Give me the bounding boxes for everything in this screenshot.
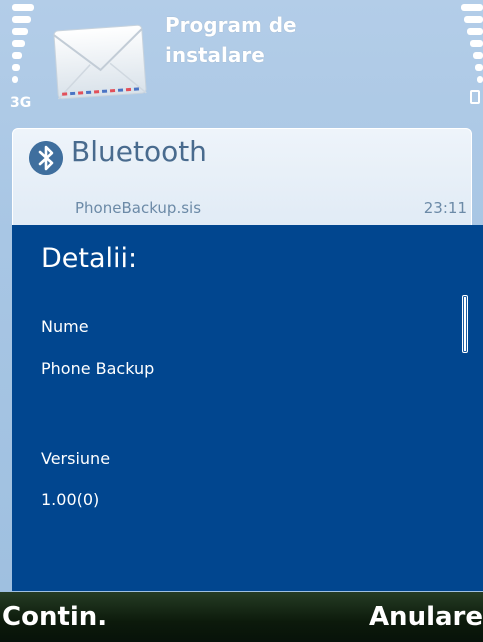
field-name-value: Phone Backup bbox=[41, 359, 155, 378]
message-sender: Bluetooth bbox=[71, 135, 207, 168]
battery-icon bbox=[470, 90, 480, 104]
cancel-softkey[interactable]: Anulare bbox=[369, 600, 483, 634]
battery-level-icon bbox=[461, 4, 483, 90]
continue-softkey[interactable]: Contin. bbox=[2, 600, 107, 634]
message-time: 23:11 bbox=[423, 199, 467, 217]
field-version-label: Versiune bbox=[41, 449, 111, 468]
message-file-name: PhoneBackup.sis bbox=[75, 199, 202, 217]
app-title-line1: Program de bbox=[165, 13, 297, 37]
field-name-label: Nume bbox=[41, 317, 89, 336]
envelope-icon bbox=[53, 24, 147, 100]
details-dialog: Detalii: Nume Phone Backup Versiune 1.00… bbox=[12, 225, 483, 591]
network-type-label: 3G bbox=[10, 95, 32, 111]
signal-strength-icon bbox=[12, 4, 34, 90]
field-version-value: 1.00(0) bbox=[41, 490, 100, 509]
softkey-bar: Contin. Anulare bbox=[0, 592, 483, 642]
app-title-line2: instalare bbox=[165, 43, 265, 67]
scrollbar-thumb[interactable] bbox=[464, 297, 466, 351]
message-list-item[interactable]: Bluetooth PhoneBackup.sis 23:11 bbox=[12, 128, 472, 238]
dialog-scrollbar[interactable] bbox=[462, 295, 468, 353]
app-title: Program de instalare bbox=[165, 10, 445, 70]
dialog-title: Detalii: bbox=[41, 243, 138, 274]
bluetooth-icon bbox=[29, 141, 63, 175]
phone-screen: 3G Program de instalare Bluetooth PhoneB… bbox=[0, 0, 483, 642]
